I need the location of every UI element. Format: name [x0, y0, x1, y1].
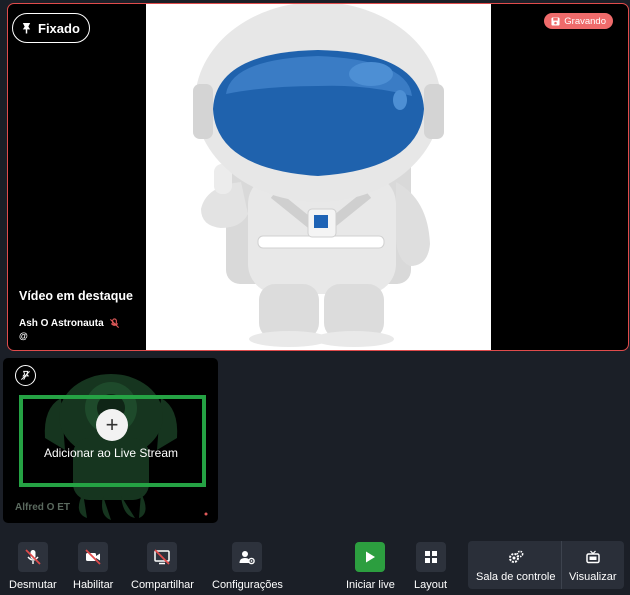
participant-handle: @: [19, 331, 28, 341]
pinned-chip[interactable]: Fixado: [12, 13, 90, 43]
settings-button[interactable]: Configurações: [212, 542, 283, 591]
participant-tile[interactable]: + Adicionar ao Live Stream Alfred O ET: [3, 358, 218, 523]
share-screen-button[interactable]: Compartilhar: [131, 542, 194, 591]
recording-label: Gravando: [564, 15, 606, 27]
gears-icon: [506, 548, 526, 566]
view-label: Visualizar: [569, 571, 617, 583]
astronaut-image: [193, 4, 444, 347]
participant-name: Ash O Astronauta: [19, 318, 104, 329]
featured-video: [146, 4, 491, 350]
panel-divider: [561, 541, 562, 589]
view-button[interactable]: Visualizar: [569, 548, 617, 583]
layout-label: Layout: [414, 579, 448, 591]
user-settings-icon: [232, 542, 263, 572]
featured-video-label: Vídeo em destaque: [19, 289, 133, 303]
control-room-button[interactable]: Sala de controle: [476, 548, 556, 583]
start-live-button[interactable]: Iniciar live: [346, 542, 395, 591]
camera-off-icon: [78, 542, 109, 572]
tv-icon: [583, 548, 603, 566]
mic-muted-icon: [109, 318, 119, 329]
layout-grid-icon: [415, 542, 446, 572]
unmute-label: Desmutar: [9, 579, 57, 591]
recording-badge: Gravando: [544, 13, 613, 29]
screen-share-off-icon: [147, 542, 178, 572]
enable-camera-label: Habilitar: [73, 579, 114, 591]
control-room-label: Sala de controle: [476, 571, 556, 583]
featured-video-stage: Fixado Gravando Vídeo em destaque Ash O …: [7, 3, 629, 351]
start-live-label: Iniciar live: [346, 579, 395, 591]
participant-info: Ash O Astronauta: [19, 318, 120, 329]
add-to-live-label: Adicionar ao Live Stream: [43, 446, 179, 460]
layout-button[interactable]: Layout: [414, 542, 447, 591]
enable-camera-button[interactable]: Habilitar: [73, 542, 113, 591]
unmute-button[interactable]: Desmutar: [9, 542, 57, 591]
pin-participant-button[interactable]: [15, 365, 36, 386]
save-icon: [551, 16, 560, 26]
settings-label: Configurações: [212, 579, 283, 591]
play-icon: [355, 542, 386, 572]
mic-off-icon: [17, 542, 48, 572]
plus-icon: +: [105, 412, 119, 437]
pin-outline-icon: [21, 370, 30, 380]
add-to-live-button[interactable]: +: [96, 409, 128, 441]
share-screen-label: Compartilhar: [131, 579, 194, 591]
pinned-label: Fixado: [38, 20, 80, 36]
tile-participant-name: Alfred O ET: [15, 502, 71, 513]
pin-icon: [22, 22, 31, 34]
